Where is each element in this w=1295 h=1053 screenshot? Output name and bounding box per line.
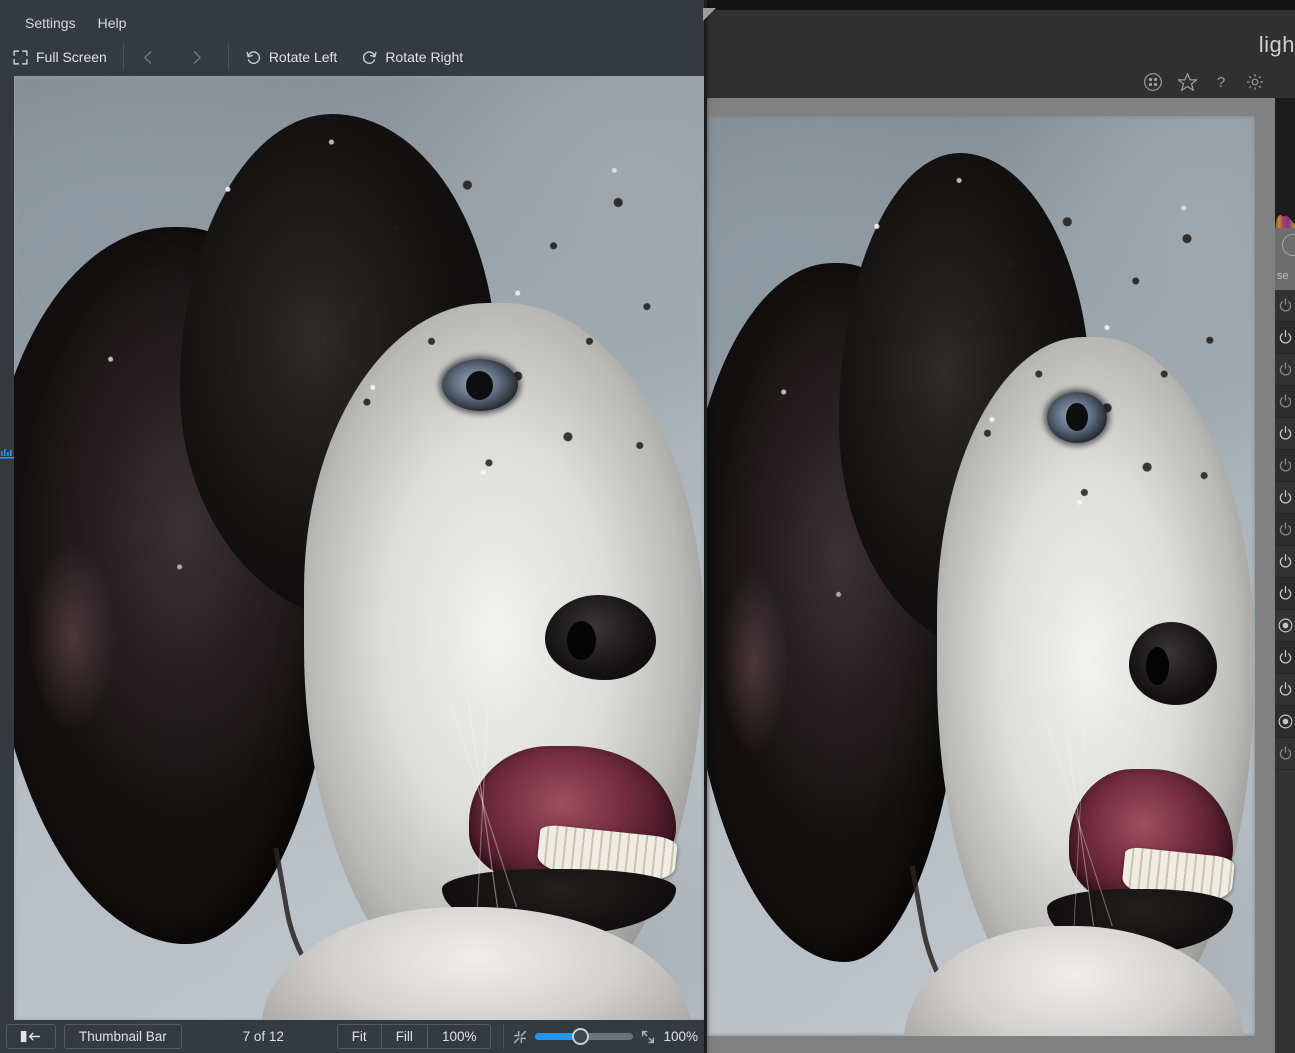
module-row[interactable] — [1275, 514, 1295, 546]
zoom-slider[interactable] — [535, 1028, 634, 1045]
module-group-active-icon[interactable] — [1282, 234, 1295, 256]
module-power-icon[interactable] — [1277, 425, 1294, 442]
app-center-image-preview — [707, 116, 1255, 1036]
window-resize-nub[interactable] — [703, 8, 716, 21]
photo-dog-preview — [707, 116, 1255, 1036]
app-header: ligh — [707, 10, 1295, 66]
module-focus-icon[interactable] — [1277, 713, 1294, 730]
module-power-icon[interactable] — [1277, 649, 1294, 666]
rotate-left-button[interactable]: Rotate Left — [233, 42, 350, 72]
module-row[interactable] — [1275, 354, 1295, 386]
module-row[interactable] — [1275, 290, 1295, 322]
rating-star-icon[interactable] — [1177, 72, 1198, 92]
module-row[interactable] — [1275, 386, 1295, 418]
preferences-gear-icon[interactable] — [1245, 72, 1265, 92]
module-row[interactable] — [1275, 418, 1295, 450]
zoom-fit-button[interactable]: Fit — [338, 1025, 382, 1048]
histogram-curve — [1275, 214, 1295, 228]
zoom-100-button[interactable]: 100% — [428, 1025, 491, 1048]
toolbar-separator-2 — [227, 44, 229, 70]
module-row[interactable] — [1275, 322, 1295, 354]
fullscreen-expand-icon — [12, 49, 29, 66]
module-power-icon[interactable] — [1277, 393, 1294, 410]
viewer-toolbar: Full Screen Rotate Left Rotate Right — [0, 38, 704, 76]
module-power-icon[interactable] — [1277, 521, 1294, 538]
histogram-widget[interactable] — [1275, 98, 1295, 228]
zoom-slider-knob[interactable] — [572, 1028, 590, 1045]
module-row[interactable] — [1275, 450, 1295, 482]
photo-dog-main — [14, 76, 704, 1020]
previous-image-button[interactable] — [128, 42, 176, 72]
chevron-left-icon — [140, 49, 157, 66]
module-group-bar[interactable]: se — [1275, 228, 1295, 290]
rotate-left-label: Rotate Left — [268, 49, 338, 65]
module-power-icon[interactable] — [1277, 489, 1294, 506]
module-list — [1275, 290, 1295, 1053]
app-center-view — [707, 98, 1275, 1053]
menu-help[interactable]: Help — [87, 11, 138, 35]
chevron-right-icon — [188, 49, 205, 66]
module-power-icon[interactable] — [1277, 681, 1294, 698]
zoom-percentage-label: 100% — [663, 1029, 698, 1044]
photo-snowflakes — [707, 116, 1255, 1036]
background-accent-sliver — [0, 447, 14, 459]
module-row[interactable] — [1275, 738, 1295, 770]
app-right-module-panel: se — [1275, 98, 1295, 1053]
zoom-preset-group: Fit Fill 100% — [336, 1024, 492, 1049]
module-row[interactable] — [1275, 610, 1295, 642]
module-focus-icon[interactable] — [1277, 617, 1294, 634]
viewer-bottom-toolbar: Thumbnail Bar 7 of 12 Fit Fill 100% 100% — [0, 1020, 704, 1053]
rotate-right-button[interactable]: Rotate Right — [349, 42, 475, 72]
svg-text:?: ? — [1217, 74, 1225, 91]
toolbar-separator-1 — [122, 44, 124, 70]
image-viewer-window: Settings Help Full Screen Rotate Left Ro… — [0, 0, 704, 1053]
help-icon[interactable]: ? — [1211, 72, 1231, 92]
module-row[interactable] — [1275, 706, 1295, 738]
module-row[interactable] — [1275, 578, 1295, 610]
module-power-icon[interactable] — [1277, 361, 1294, 378]
viewer-menubar: Settings Help — [0, 8, 704, 38]
thumbnail-bar-button[interactable]: Thumbnail Bar — [65, 1025, 181, 1048]
module-power-icon[interactable] — [1277, 745, 1294, 762]
viewer-titlebar[interactable] — [0, 0, 704, 8]
photo-snowflakes — [14, 76, 704, 1020]
app-title-strip — [707, 0, 1295, 10]
module-power-icon[interactable] — [1277, 585, 1294, 602]
viewer-image-canvas[interactable] — [14, 76, 704, 1020]
zoom-in-icon[interactable] — [640, 1029, 656, 1045]
module-row[interactable] — [1275, 482, 1295, 514]
module-search-label: se — [1277, 270, 1289, 282]
module-power-icon[interactable] — [1277, 553, 1294, 570]
toggle-side-panel-button[interactable] — [7, 1025, 55, 1048]
panel-collapse-icon — [20, 1030, 40, 1043]
zoom-slider-group: 100% — [503, 1024, 698, 1049]
module-row[interactable] — [1275, 642, 1295, 674]
module-row[interactable] — [1275, 546, 1295, 578]
fullscreen-label: Full Screen — [36, 49, 107, 65]
module-power-icon[interactable] — [1277, 329, 1294, 346]
thumbnail-bar-group: Thumbnail Bar — [64, 1024, 182, 1049]
image-counter: 7 of 12 — [242, 1029, 284, 1044]
module-row[interactable] — [1275, 674, 1295, 706]
module-power-icon[interactable] — [1277, 457, 1294, 474]
panel-toggle-group — [6, 1024, 56, 1049]
rotate-left-icon — [245, 49, 262, 66]
rotate-right-label: Rotate Right — [385, 49, 464, 65]
module-power-icon[interactable] — [1277, 297, 1294, 314]
next-image-button[interactable] — [176, 42, 224, 72]
module-layout-icon[interactable] — [1143, 72, 1163, 92]
current-view-label: ligh — [1258, 32, 1295, 57]
menu-settings[interactable]: Settings — [14, 11, 87, 35]
zoom-fill-button[interactable]: Fill — [382, 1025, 428, 1048]
zoom-out-icon[interactable] — [512, 1029, 528, 1045]
fullscreen-button[interactable]: Full Screen — [0, 42, 119, 72]
app-header-icon-row: ? — [707, 66, 1295, 98]
rotate-right-icon — [361, 49, 378, 66]
